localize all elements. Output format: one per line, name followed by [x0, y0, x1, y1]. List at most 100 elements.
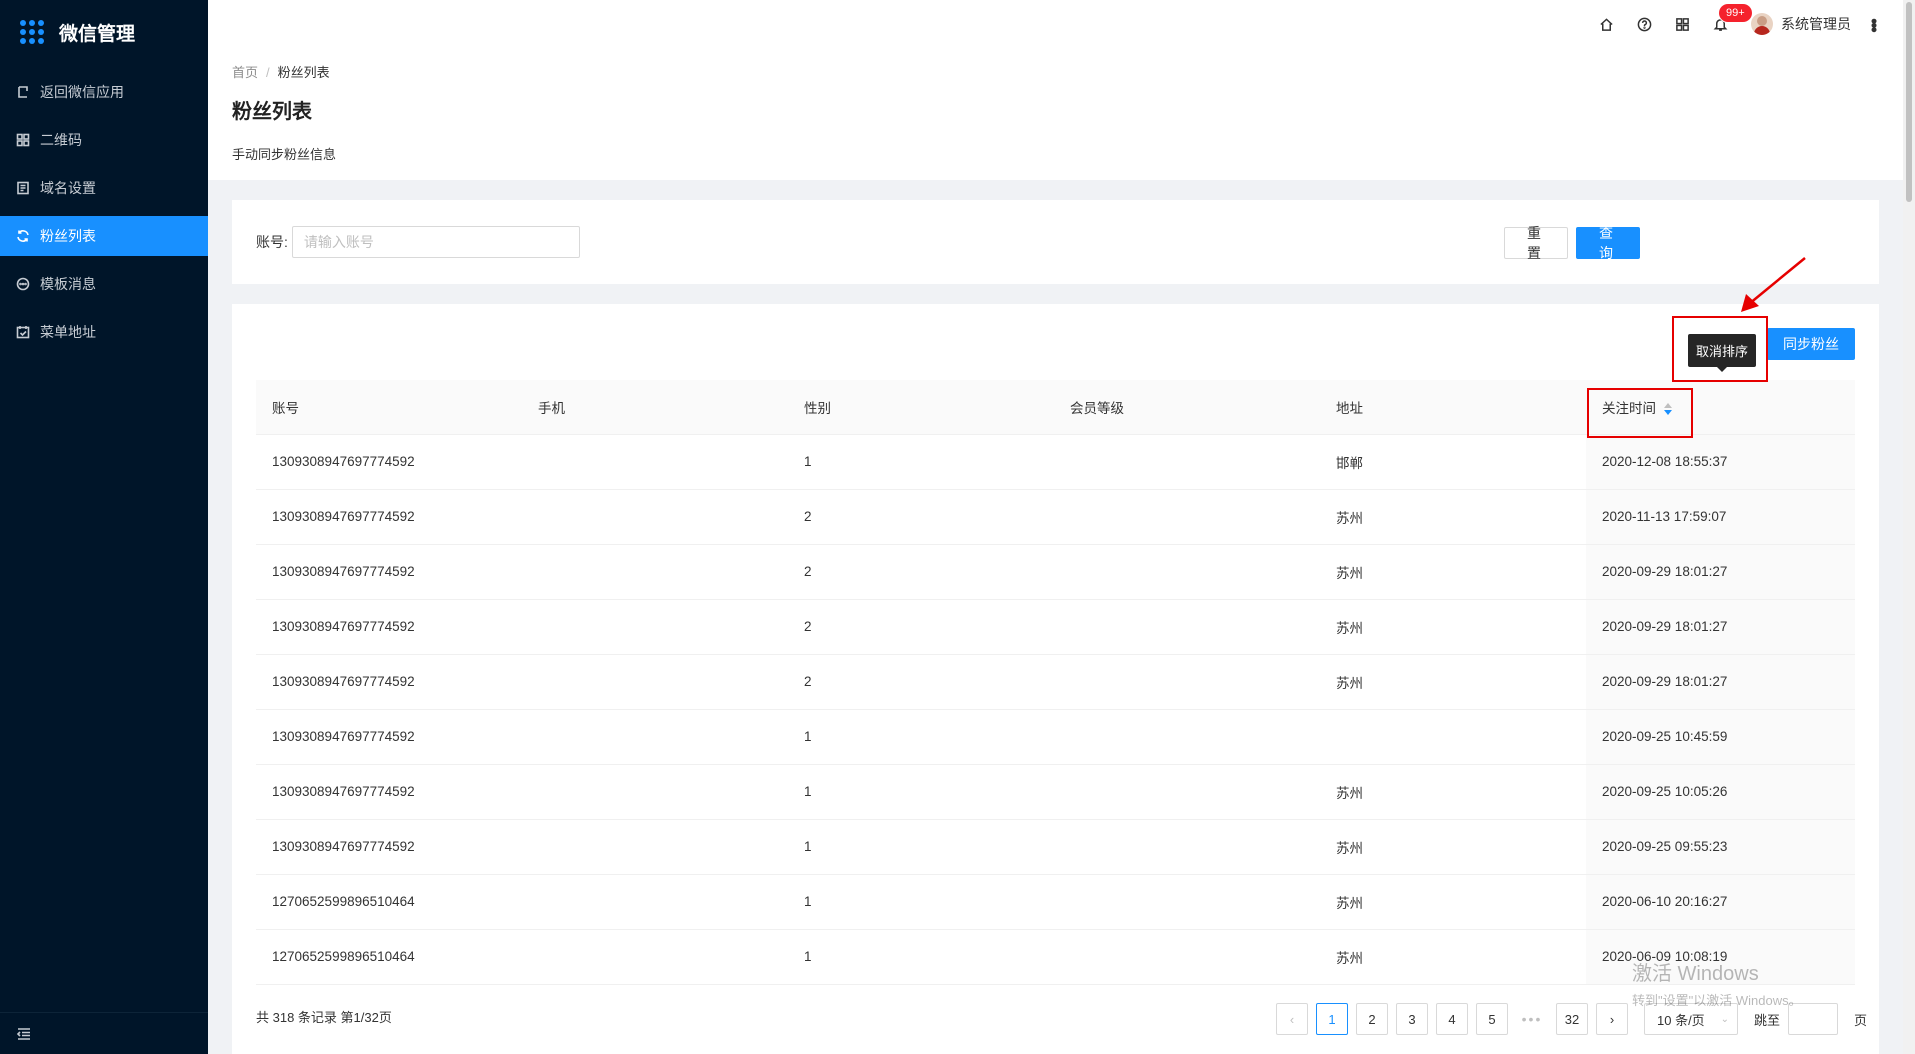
- cell-member-level: [1054, 489, 1320, 545]
- cell-phone: [522, 764, 788, 820]
- fans-table: 账号 手机 性别 会员等级 地址 关注时间 130930894769777459…: [256, 380, 1855, 985]
- sidebar-collapse-button[interactable]: [0, 1012, 208, 1054]
- notification-button[interactable]: 99+: [1701, 0, 1752, 48]
- page-5-button[interactable]: 5: [1476, 1003, 1508, 1035]
- column-header-follow-time-label: 关注时间: [1602, 400, 1656, 416]
- prev-page-button[interactable]: ‹: [1276, 1003, 1308, 1035]
- cell-phone: [522, 709, 788, 765]
- cell-member-level: [1054, 764, 1320, 820]
- return-icon: [18, 86, 28, 98]
- cell-account: 1309308947697774592: [256, 489, 522, 545]
- cell-follow-time: 2020-09-25 10:05:26: [1586, 764, 1855, 820]
- chevron-down-icon: ⌄: [1720, 1013, 1729, 1025]
- pagination-ellipsis[interactable]: •••: [1516, 1011, 1548, 1027]
- top-header: 99+ 系统管理员 •••: [208, 0, 1903, 48]
- table-header-row: 账号 手机 性别 会员等级 地址 关注时间: [256, 380, 1855, 435]
- page-4-button[interactable]: 4: [1436, 1003, 1468, 1035]
- sync-fans-button[interactable]: 同步粉丝: [1767, 328, 1855, 360]
- cell-member-level: [1054, 434, 1320, 490]
- cell-gender: 2: [788, 489, 1054, 545]
- question-icon: [1637, 17, 1651, 31]
- page-size-select[interactable]: 10 条/页 ⌄: [1644, 1003, 1738, 1035]
- page-3-button[interactable]: 3: [1396, 1003, 1428, 1035]
- reset-button[interactable]: 重置: [1504, 225, 1568, 261]
- avatar: [1751, 13, 1773, 35]
- column-header-phone: 手机: [522, 380, 788, 435]
- cell-account: 1309308947697774592: [256, 544, 522, 600]
- red-arrow-icon: [1741, 257, 1806, 312]
- cell-phone: [522, 654, 788, 710]
- page-1-button[interactable]: 1: [1316, 1003, 1348, 1035]
- cell-follow-time: 2020-09-25 10:45:59: [1586, 709, 1855, 765]
- cell-gender: 1: [788, 764, 1054, 820]
- column-header-account: 账号: [256, 380, 522, 435]
- cell-phone: [522, 819, 788, 875]
- sidebar-item-fans[interactable]: 粉丝列表: [0, 216, 208, 256]
- cell-gender: 2: [788, 599, 1054, 655]
- filter-card: 账号: 重置 查询: [232, 200, 1879, 284]
- cell-address: 苏州: [1320, 654, 1586, 710]
- cell-follow-time: 2020-09-29 18:01:27: [1586, 544, 1855, 600]
- more-vertical-icon[interactable]: •••: [1864, 18, 1884, 31]
- app-title: 微信管理: [59, 23, 136, 45]
- table-row: 1309308947697774592 2 苏州 2020-11-13 17:59:0…: [256, 489, 1855, 545]
- qrcode-icon: [16, 133, 30, 147]
- sidebar-item-label: 菜单地址: [40, 324, 96, 340]
- jump-page-input[interactable]: [1788, 1003, 1839, 1035]
- home-button[interactable]: [1587, 0, 1625, 48]
- cell-phone: [522, 874, 788, 930]
- apps-button[interactable]: [1663, 0, 1701, 48]
- cell-account: 1309308947697774592: [256, 434, 522, 490]
- cell-follow-time: 2020-12-08 18:55:37: [1586, 434, 1855, 490]
- cell-follow-time: 2020-09-29 18:01:27: [1586, 599, 1855, 655]
- message-icon: [16, 277, 30, 291]
- home-icon: [1599, 17, 1613, 31]
- page-scrollbar[interactable]: [1903, 0, 1915, 1054]
- breadcrumb-separator: /: [266, 65, 270, 80]
- sidebar-item-template[interactable]: 模板消息: [0, 264, 208, 304]
- cell-follow-time: 2020-11-13 17:59:07: [1586, 489, 1855, 545]
- table-row: 1270652599896510464 1 苏州 2020-06-10 20:16:2…: [256, 874, 1855, 930]
- table-row: 1309308947697774592 1 邯郸 2020-12-08 18:55:3…: [256, 434, 1855, 490]
- cell-gender: 2: [788, 654, 1054, 710]
- sort-caret-icon[interactable]: [1664, 403, 1672, 416]
- sidebar-item-label: 粉丝列表: [40, 228, 96, 244]
- user-menu[interactable]: 系统管理员: [1751, 13, 1851, 35]
- cell-follow-time: 2020-06-09 10:08:19: [1586, 929, 1855, 985]
- sidebar-item-return[interactable]: 返回微信应用: [0, 72, 208, 112]
- breadcrumb-home[interactable]: 首页: [232, 65, 258, 80]
- cell-address: 苏州: [1320, 874, 1586, 930]
- sidebar-item-label: 二维码: [40, 132, 82, 148]
- sidebar-item-qrcode[interactable]: 二维码: [0, 120, 208, 160]
- app-logo[interactable]: 微信管理: [0, 0, 208, 64]
- jump-suffix: 页: [1854, 1012, 1868, 1028]
- account-input[interactable]: [291, 226, 580, 258]
- cell-address: 苏州: [1320, 489, 1586, 545]
- table-row: 1270652599896510464 1 苏州 2020-06-09 10:08:1…: [256, 929, 1855, 985]
- sidebar-item-domain[interactable]: 域名设置: [0, 168, 208, 208]
- last-page-button[interactable]: 32: [1556, 1003, 1588, 1035]
- cell-account: 1270652599896510464: [256, 929, 522, 985]
- scrollbar-thumb[interactable]: [1906, 2, 1912, 202]
- sidebar-menu: 返回微信应用 二维码 域名设置 粉丝列表 模板消息 菜单地址: [0, 72, 208, 352]
- table-row: 1309308947697774592 1 苏州 2020-09-25 09:55:2…: [256, 819, 1855, 875]
- column-header-address: 地址: [1320, 380, 1586, 435]
- cell-member-level: [1054, 819, 1320, 875]
- filter-actions: 重置 查询: [1504, 225, 1640, 261]
- notification-badge: 99+: [1719, 4, 1752, 22]
- app-grid-icon: [20, 20, 44, 44]
- cell-phone: [522, 544, 788, 600]
- column-header-follow-time[interactable]: 关注时间: [1586, 380, 1855, 435]
- query-button[interactable]: 查询: [1576, 225, 1640, 261]
- next-page-button[interactable]: ›: [1596, 1003, 1628, 1035]
- sidebar-item-menu-url[interactable]: 菜单地址: [0, 312, 208, 352]
- sidebar-item-label: 模板消息: [40, 276, 96, 292]
- jump-label: 跳至: [1754, 1012, 1781, 1028]
- cell-address: 邯郸: [1320, 434, 1586, 490]
- breadcrumb: 首页 / 粉丝列表: [232, 62, 1879, 81]
- cell-member-level: [1054, 599, 1320, 655]
- cell-gender: 1: [788, 434, 1054, 490]
- help-button[interactable]: [1625, 0, 1663, 48]
- cell-gender: 1: [788, 929, 1054, 985]
- page-2-button[interactable]: 2: [1356, 1003, 1388, 1035]
